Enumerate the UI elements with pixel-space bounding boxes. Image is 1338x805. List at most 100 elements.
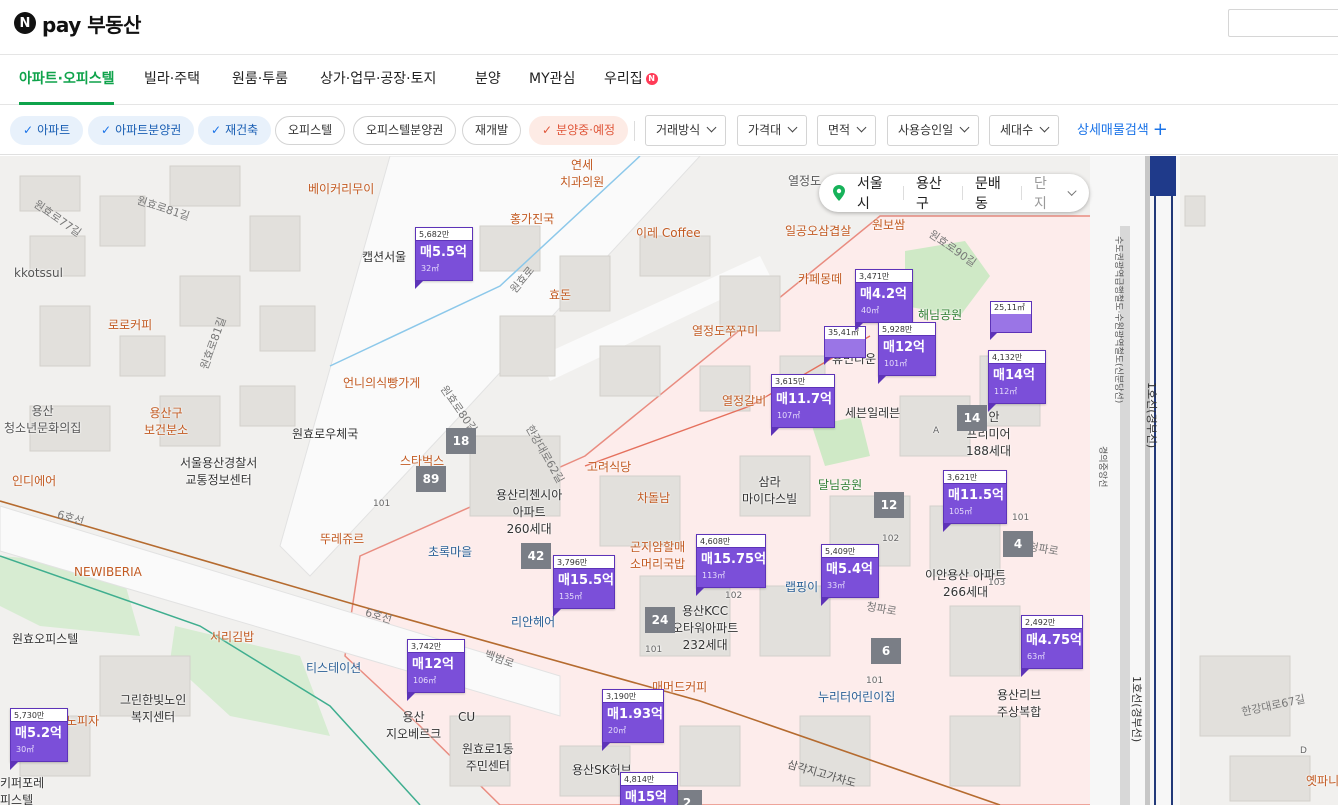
poi-hyodon[interactable]: 효돈 (549, 286, 571, 303)
chip-presale-upcoming[interactable]: ✓ 분양중·예정 (529, 116, 629, 145)
poi-serigimbap[interactable]: 서리김밥 (210, 628, 254, 645)
poi-health-center[interactable]: 용산구 보건분소 (144, 404, 188, 438)
cluster-marker[interactable]: 4 (1003, 531, 1033, 557)
listing-price: 매15억 (625, 790, 668, 805)
tab-presale[interactable]: 분양 (475, 55, 501, 105)
chip-officetel-presale-right[interactable]: 오피스텔분양권 (353, 116, 457, 145)
listing-marker[interactable]: 5,409만 매5.4억 33㎡ (821, 544, 879, 606)
poi-chorok[interactable]: 초록마을 (428, 543, 472, 560)
listing-marker[interactable]: 5,928만 매12억 101㎡ (878, 322, 936, 384)
city-selector[interactable]: 서울시 (857, 173, 891, 213)
listing-marker[interactable]: 3,742만 매12억 106㎡ (407, 639, 465, 701)
poi-wonbossam[interactable]: 원보쌈 (872, 216, 905, 233)
poi-yeoljeong-jjukkumi[interactable]: 열정도쭈꾸미 (692, 322, 758, 339)
poi-gonjiam[interactable]: 곤지암할매 소머리국밥 (630, 538, 685, 572)
poi-youth-center[interactable]: 용산 청소년문화의집 (4, 402, 81, 436)
poi-yetpani[interactable]: 옛파니 (1306, 772, 1338, 789)
cluster-marker[interactable]: 89 (416, 466, 446, 492)
poi-bread[interactable]: 언니의식빵가게 (343, 374, 420, 391)
poi-rorocoffee[interactable]: 로로커피 (108, 316, 152, 333)
poi-pizza[interactable]: 노피자 (66, 712, 99, 729)
poi-yeoljeong-galbi[interactable]: 열정갈비 (722, 392, 766, 409)
listing-marker[interactable]: 5,730만 매5.2억 30㎡ (10, 708, 68, 770)
listing-marker[interactable]: 3,621만 매11.5억 105㎡ (943, 470, 1007, 532)
poi-chadolnam[interactable]: 차돌남 (637, 489, 670, 506)
poi-officetel-2[interactable]: 키퍼포레 피스텔 (0, 774, 44, 805)
tab-oneroom-tworoom[interactable]: 원룸·투룸 (232, 55, 288, 105)
tab-apartment-officetel[interactable]: 아파트·오피스텔 (19, 55, 115, 105)
tab-my-interest[interactable]: MY관심 (529, 55, 575, 105)
poi-tlj[interactable]: 뚜레쥬르 (320, 530, 364, 547)
tab-villa-house[interactable]: 빌라·주택 (144, 55, 200, 105)
poi-cafe-mongte[interactable]: 카페몽떼 (798, 270, 842, 287)
location-selector[interactable]: 서울시 용산구 문배동 단지 (819, 174, 1089, 212)
poi-community-center[interactable]: 원효로1동 주민센터 (462, 740, 514, 774)
detail-search-button[interactable]: 상세매물검색 + (1077, 115, 1168, 146)
dropdown-area[interactable]: 면적 (817, 115, 877, 146)
cluster-marker[interactable]: 6 (871, 638, 901, 664)
cluster-marker[interactable]: 14 (957, 405, 987, 431)
dropdown-trade-type[interactable]: 거래방식 (645, 115, 727, 146)
poi-dalnim-park[interactable]: 달님공원 (818, 476, 862, 493)
poi-richensia-apt[interactable]: 용산리첸시아 아파트 260세대 (496, 486, 562, 537)
building-label-d: D (1300, 746, 1307, 756)
poi-samra-midasville[interactable]: 삼라 마이다스빌 (742, 473, 797, 507)
listing-marker[interactable]: 3,796만 매15.5억 135㎡ (553, 555, 615, 617)
listing-marker[interactable]: 4,814만 매15억 (620, 772, 678, 805)
poi-lian-hair[interactable]: 리안헤어 (511, 613, 555, 630)
poi-capsule[interactable]: 캡션서울 (362, 248, 406, 265)
listing-marker[interactable]: 3,615만 매11.7억 107㎡ (771, 374, 835, 436)
tab-my-home[interactable]: 우리집 N (604, 55, 658, 105)
poi-7eleven[interactable]: 세븐일레븐 (845, 404, 900, 421)
poi-goryeo[interactable]: 고려식당 (587, 458, 631, 475)
chip-officetel[interactable]: 오피스텔 (275, 116, 346, 145)
listing-marker[interactable]: 3,190만 매1.93억 20㎡ (602, 689, 664, 751)
map-area[interactable]: 서울시 용산구 문배동 단지 베이커리무이 kkotssul 로로커피 용산 청… (0, 156, 1338, 805)
district-selector[interactable]: 용산구 (916, 173, 950, 213)
poi-post-office[interactable]: 원효로우체국 (292, 425, 358, 442)
dropdown-approval-date[interactable]: 사용승인일 (887, 115, 980, 146)
poi-indieair[interactable]: 인디에어 (12, 472, 56, 489)
poi-bakery[interactable]: 베이커리무이 (308, 180, 374, 197)
poi-dental[interactable]: 연세 치과의원 (560, 156, 604, 190)
chip-apartment-presale-right[interactable]: ✓ 아파트분양권 (88, 116, 195, 145)
chip-apartment[interactable]: ✓ 아파트 (10, 116, 84, 145)
poi-newiberia[interactable]: NEWIBERIA (74, 565, 142, 579)
cluster-marker[interactable]: 12 (874, 492, 904, 518)
poi-yeoljeongdo[interactable]: 열정도 (788, 172, 821, 189)
cluster-marker[interactable]: 42 (521, 543, 551, 569)
naver-pay-real-estate-logo[interactable]: N pay 부동산 (14, 10, 141, 37)
poi-hongga[interactable]: 홍가진국 (510, 210, 554, 227)
poi-jiobelle[interactable]: 용산 지오베르크 (386, 708, 441, 742)
listing-area: 106㎡ (413, 676, 437, 685)
listing-marker[interactable]: 4,132만 매14억 112㎡ (988, 350, 1046, 412)
dropdown-household-count[interactable]: 세대수 (989, 115, 1060, 146)
top-search-input[interactable] (1228, 9, 1338, 37)
listing-marker-small[interactable]: 25,11㎡ (990, 301, 1032, 340)
complex-selector[interactable]: 단지 (1034, 173, 1057, 213)
chip-reconstruction[interactable]: ✓ 재건축 (198, 116, 272, 145)
poi-kkotssul[interactable]: kkotssul (14, 266, 63, 280)
poi-lappingy[interactable]: 랩핑이 (785, 578, 818, 595)
listing-marker[interactable]: 2,492만 매4.75억 63㎡ (1021, 615, 1083, 677)
listing-marker[interactable]: 4,608만 매15.75억 113㎡ (696, 534, 766, 596)
cluster-marker[interactable]: 18 (446, 428, 476, 454)
poi-police[interactable]: 서울용산경찰서 교통정보센터 (180, 454, 257, 488)
poi-ire-coffee[interactable]: 이레 Coffee (636, 224, 701, 241)
poi-senior-center[interactable]: 그린한빛노인 복지센터 (120, 691, 186, 725)
listing-marker[interactable]: 5,682만 매5.5억 32㎡ (415, 227, 473, 289)
poi-wonhyo-officetel[interactable]: 원효오피스텔 (12, 630, 78, 647)
tab-commercial-land[interactable]: 상가·업무·공장·토지 (320, 55, 436, 105)
dropdown-price-range[interactable]: 가격대 (737, 115, 808, 146)
poi-tstation[interactable]: 티스테이션 (306, 659, 361, 676)
poi-nuri-kindergarten[interactable]: 누리터어린이집 (818, 688, 895, 705)
poi-haenim-park[interactable]: 해님공원 (918, 306, 962, 323)
listing-marker[interactable]: 3,471만 매4.2억 40㎡ (855, 269, 913, 331)
chip-redevelopment[interactable]: 재개발 (462, 116, 522, 145)
poi-yongsan-liv[interactable]: 용산리브 주상복합 (997, 686, 1041, 720)
cluster-marker[interactable]: 24 (645, 607, 675, 633)
dong-selector[interactable]: 문배동 (975, 173, 1009, 213)
poi-samgyeopsal[interactable]: 일공오삼겹살 (785, 222, 851, 239)
poi-cu[interactable]: CU (458, 710, 475, 724)
poi-kcc-apt[interactable]: 용산KCC 오타워아파트 232세대 (672, 602, 738, 653)
